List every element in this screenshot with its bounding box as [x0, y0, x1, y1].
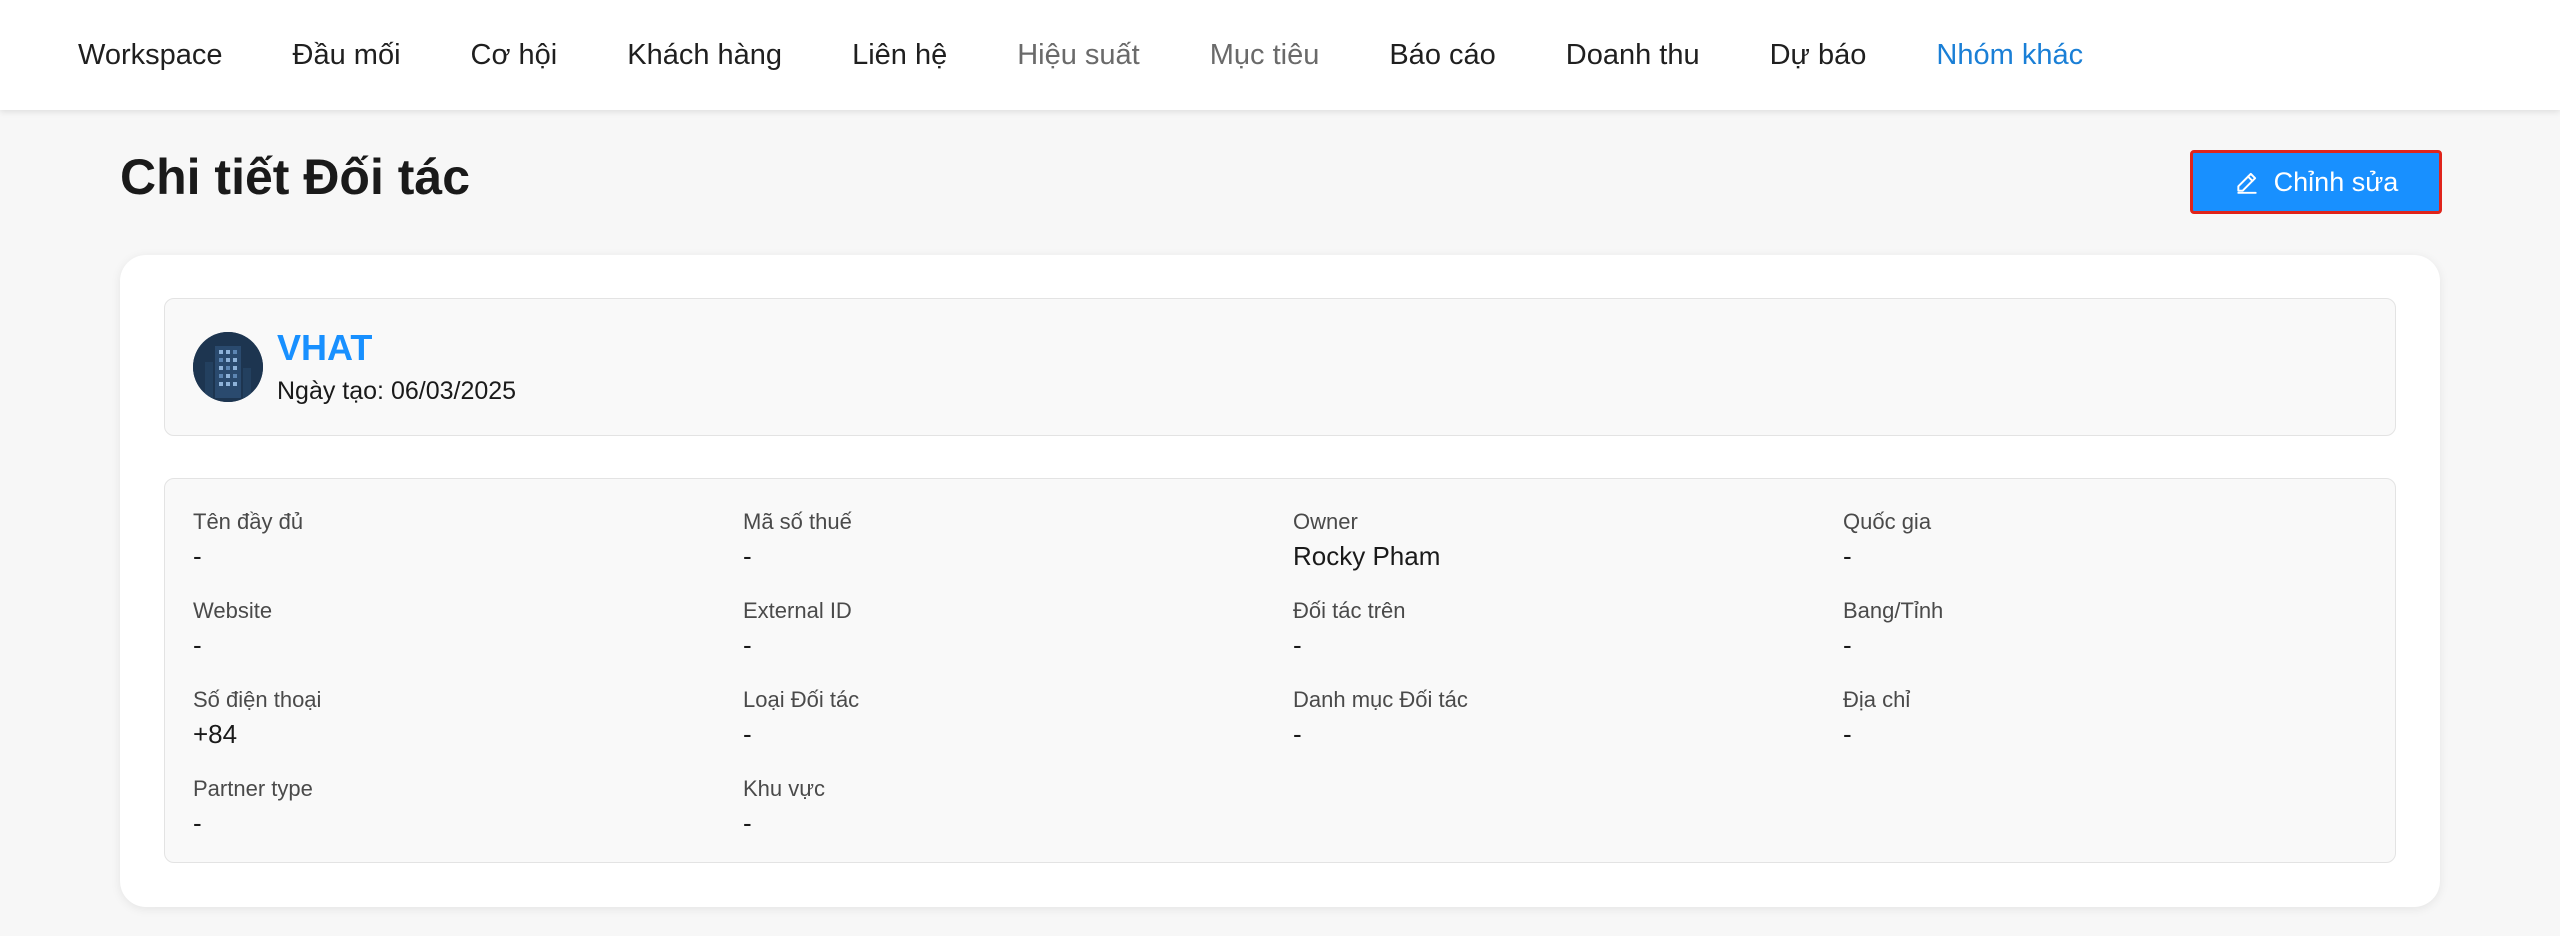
field-owner: Owner Rocky Pham — [1293, 509, 1793, 573]
field-state-province: Bang/Tỉnh - — [1843, 598, 2343, 662]
field-value: +84 — [193, 719, 238, 750]
field-value: - — [193, 630, 202, 661]
pencil-icon — [2237, 172, 2257, 194]
nav-item-contacts[interactable]: Liên hệ — [852, 39, 947, 72]
field-value: - — [743, 630, 752, 661]
field-partner-category: Danh mục Đối tác - — [1293, 687, 1793, 751]
nav-item-leads[interactable]: Đầu mối — [293, 39, 401, 72]
field-value: - — [743, 719, 752, 750]
field-partner-type: Partner type - — [193, 776, 693, 840]
nav-item-performance[interactable]: Hiệu suất — [1017, 39, 1140, 72]
nav-item-goals[interactable]: Mục tiêu — [1210, 39, 1320, 72]
nav-item-forecast[interactable]: Dự báo — [1770, 39, 1867, 72]
page-title: Chi tiết Đối tác — [120, 149, 471, 205]
field-external-id: External ID - — [743, 598, 1243, 662]
partner-name[interactable]: VHAT — [277, 327, 372, 369]
nav-item-revenue[interactable]: Doanh thu — [1566, 39, 1700, 72]
field-label: Tên đầy đủ — [193, 509, 304, 534]
field-value: - — [1293, 630, 1302, 661]
field-value: - — [743, 541, 752, 572]
field-partner-kind: Loại Đối tác - — [743, 687, 1243, 751]
partner-details-grid: Tên đầy đủ - Mã số thuế - Owner Rocky Ph… — [164, 478, 2396, 863]
partner-profile-header: VHAT Ngày tạo: 06/03/2025 — [164, 298, 2396, 436]
edit-button[interactable]: Chỉnh sửa — [2190, 150, 2442, 214]
field-country: Quốc gia - — [1843, 509, 2343, 573]
field-value: Rocky Pham — [1293, 541, 1441, 572]
avatar — [193, 332, 263, 402]
field-label: External ID — [743, 598, 852, 623]
partner-detail-card: VHAT Ngày tạo: 06/03/2025 Tên đầy đủ - M… — [120, 255, 2440, 907]
nav-item-workspace[interactable]: Workspace — [78, 39, 223, 72]
edit-button-label: Chỉnh sửa — [2273, 166, 2399, 197]
field-label: Địa chỉ — [1843, 687, 1911, 712]
field-website: Website - — [193, 598, 693, 662]
field-value: - — [1843, 630, 1852, 661]
field-label: Partner type — [193, 776, 313, 801]
field-label: Đối tác trên — [1293, 598, 1406, 623]
created-date: Ngày tạo: 06/03/2025 — [277, 377, 517, 405]
field-label: Bang/Tỉnh — [1843, 598, 1944, 623]
field-label: Loại Đối tác — [743, 687, 860, 712]
field-label: Danh mục Đối tác — [1293, 687, 1468, 712]
field-label: Owner — [1293, 509, 1358, 534]
field-full-name: Tên đầy đủ - — [193, 509, 693, 573]
nav-item-other-groups[interactable]: Nhóm khác — [1936, 39, 2083, 72]
field-label: Khu vực — [743, 776, 825, 801]
field-label: Quốc gia — [1843, 509, 1932, 534]
nav-item-reports[interactable]: Báo cáo — [1389, 39, 1495, 72]
field-region: Khu vực - — [743, 776, 1243, 840]
building-icon — [193, 332, 263, 402]
field-parent-partner: Đối tác trên - — [1293, 598, 1793, 662]
field-label: Mã số thuế — [743, 509, 852, 534]
field-value: - — [1843, 719, 1852, 750]
field-label: Số điện thoại — [193, 687, 322, 712]
nav-item-customers[interactable]: Khách hàng — [627, 39, 782, 72]
field-value: - — [193, 541, 202, 572]
field-value: - — [1293, 719, 1302, 750]
top-navigation: Workspace Đầu mối Cơ hội Khách hàng Liên… — [0, 0, 2560, 110]
field-label: Website — [193, 598, 273, 623]
nav-item-opportunities[interactable]: Cơ hội — [471, 39, 558, 72]
field-value: - — [1843, 541, 1852, 572]
field-value: - — [743, 808, 752, 839]
field-address: Địa chỉ - — [1843, 687, 2343, 751]
field-value: - — [193, 808, 202, 839]
field-phone: Số điện thoại +84 — [193, 687, 693, 751]
field-tax-code: Mã số thuế - — [743, 509, 1243, 573]
